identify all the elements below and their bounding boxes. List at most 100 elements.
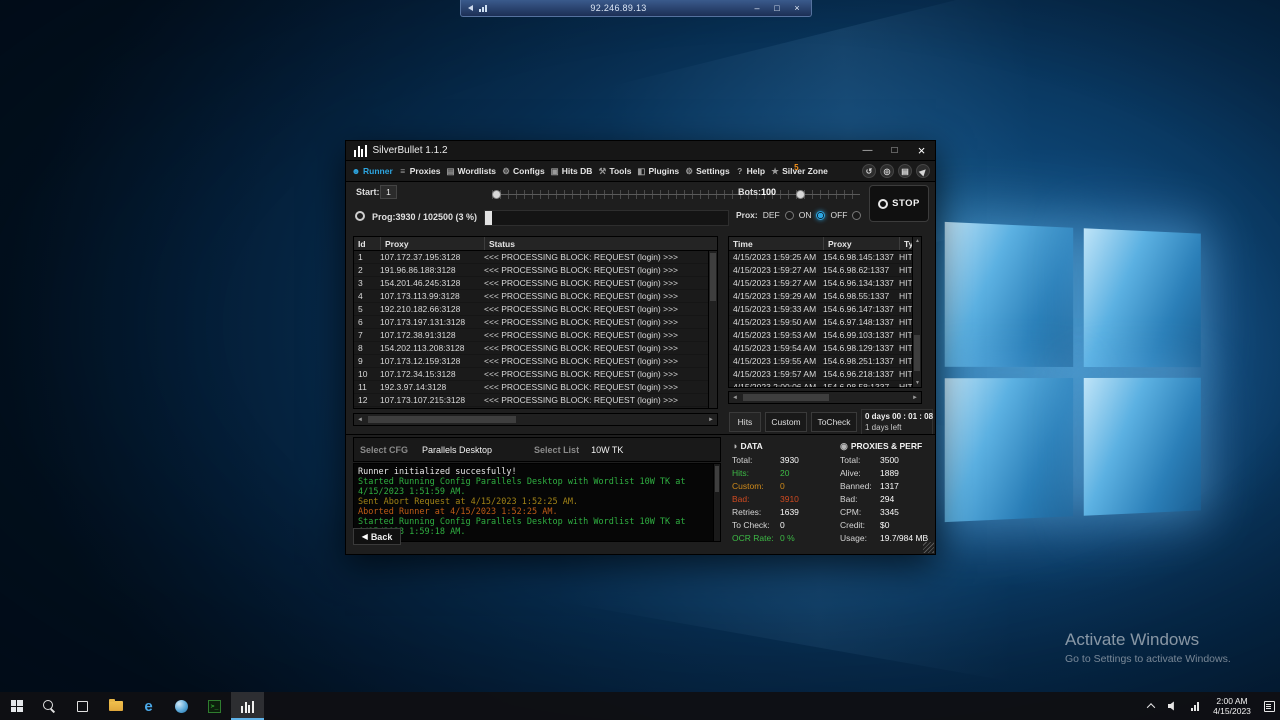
tray-expand-button[interactable] bbox=[1140, 692, 1162, 720]
scroll-right-icon[interactable]: ► bbox=[909, 395, 921, 401]
rdp-close-button[interactable]: × bbox=[790, 3, 804, 13]
resize-grip[interactable] bbox=[923, 542, 934, 553]
hit-row[interactable]: 4/15/2023 2:00:06 AM 154.6.98.58:1337 HI… bbox=[729, 381, 912, 387]
tab-custom[interactable]: Custom bbox=[765, 412, 807, 432]
hit-row[interactable]: 4/15/2023 1:59:53 AM 154.6.99.103:1337 H… bbox=[729, 329, 912, 342]
maximize-button[interactable]: □ bbox=[881, 141, 908, 160]
browser-button[interactable] bbox=[165, 692, 198, 720]
scrollbar-thumb[interactable] bbox=[710, 253, 716, 301]
hit-row[interactable]: 4/15/2023 1:59:54 AM 154.6.98.129:1337 H… bbox=[729, 342, 912, 355]
camera-icon[interactable]: ◎ bbox=[880, 164, 894, 178]
scrollbar-thumb[interactable] bbox=[914, 335, 920, 371]
scrollbar-thumb[interactable] bbox=[743, 394, 829, 401]
selected-config[interactable]: Parallels Desktop bbox=[422, 445, 492, 455]
tab-tocheck[interactable]: ToCheck bbox=[811, 412, 857, 432]
hit-row[interactable]: 4/15/2023 1:59:29 AM 154.6.98.55:1337 HI… bbox=[729, 290, 912, 303]
scroll-right-icon[interactable]: ► bbox=[705, 417, 717, 423]
bots-slider[interactable] bbox=[780, 190, 860, 199]
hit-row[interactable]: 4/15/2023 1:59:57 AM 154.6.96.218:1337 H… bbox=[729, 368, 912, 381]
selected-wordlist[interactable]: 10W TK bbox=[591, 445, 623, 455]
minimize-button[interactable]: — bbox=[854, 141, 881, 160]
silverbullet-taskbar-button[interactable] bbox=[231, 692, 264, 720]
hits-table-header[interactable]: Time Proxy Typ bbox=[729, 237, 921, 251]
proxy-row[interactable]: 5 192.210.182.66:3128 <<< PROCESSING BLO… bbox=[354, 303, 708, 316]
gallery-icon[interactable]: ▤ bbox=[898, 164, 912, 178]
start-button[interactable] bbox=[0, 692, 33, 720]
taskbar-clock[interactable]: 2:00 AM 4/15/2023 bbox=[1206, 696, 1258, 716]
nav-proxies[interactable]: ≡ Proxies bbox=[398, 166, 441, 176]
col-status[interactable]: Status bbox=[484, 237, 717, 250]
back-button[interactable]: ◀ Back bbox=[353, 528, 401, 545]
vertical-scrollbar[interactable]: ▲ ▼ bbox=[912, 237, 921, 387]
nav-wordlists[interactable]: ▤ Wordlists bbox=[445, 166, 496, 177]
pin-icon[interactable] bbox=[468, 5, 473, 11]
network-button[interactable] bbox=[1184, 692, 1206, 720]
nav-plugins[interactable]: ◧ Plugins bbox=[636, 166, 679, 177]
nav-hits-db[interactable]: ▣ Hits DB bbox=[550, 166, 593, 177]
close-button[interactable]: × bbox=[908, 141, 935, 160]
scroll-up-icon[interactable]: ▲ bbox=[913, 238, 922, 244]
proxy-row[interactable]: 6 107.173.197.131:3128 <<< PROCESSING BL… bbox=[354, 316, 708, 329]
taskbar-search-button[interactable] bbox=[33, 692, 66, 720]
col-time[interactable]: Time bbox=[729, 237, 823, 250]
window-titlebar[interactable]: SilverBullet 1.1.2 — □ × bbox=[346, 141, 935, 161]
proxy-row[interactable]: 2 191.96.86.188:3128 <<< PROCESSING BLOC… bbox=[354, 264, 708, 277]
start-slider[interactable] bbox=[492, 190, 780, 199]
proxy-row[interactable]: 1 107.172.37.195:3128 <<< PROCESSING BLO… bbox=[354, 251, 708, 264]
notification-center-button[interactable] bbox=[1258, 692, 1280, 720]
edge-browser-button[interactable]: e bbox=[132, 692, 165, 720]
scrollbar-thumb[interactable] bbox=[715, 466, 719, 492]
col-id[interactable]: Id bbox=[354, 237, 380, 250]
proxy-row[interactable]: 4 107.173.113.99:3128 <<< PROCESSING BLO… bbox=[354, 290, 708, 303]
tab-hits[interactable]: Hits bbox=[729, 412, 761, 432]
select-list-button[interactable]: Select List bbox=[534, 445, 579, 455]
task-view-button[interactable] bbox=[66, 692, 99, 720]
scrollbar-thumb[interactable] bbox=[368, 416, 516, 423]
nav-help[interactable]: ? Help bbox=[735, 166, 765, 176]
history-icon[interactable]: ↺ bbox=[862, 164, 876, 178]
stop-button[interactable]: STOP bbox=[869, 185, 929, 222]
horizontal-scrollbar[interactable]: ◄ ► bbox=[728, 391, 922, 404]
volume-button[interactable] bbox=[1162, 692, 1184, 720]
scroll-left-icon[interactable]: ◄ bbox=[729, 395, 741, 401]
col-proxy[interactable]: Proxy bbox=[823, 237, 899, 250]
hit-row[interactable]: 4/15/2023 1:59:25 AM 154.6.98.145:1337 H… bbox=[729, 251, 912, 264]
proxy-row[interactable]: 12 107.173.107.215:3128 <<< PROCESSING B… bbox=[354, 394, 708, 407]
proxy-row[interactable]: 13 107.172.226.222:3128 <<< PROCESSING B… bbox=[354, 407, 708, 408]
hit-row[interactable]: 4/15/2023 1:59:27 AM 154.6.98.62:1337 HI… bbox=[729, 264, 912, 277]
vertical-scrollbar[interactable] bbox=[713, 464, 720, 541]
hit-row[interactable]: 4/15/2023 1:59:33 AM 154.6.96.147:1337 H… bbox=[729, 303, 912, 316]
rdp-minimize-button[interactable]: – bbox=[750, 3, 764, 13]
nav-configs[interactable]: ⚙ Configs bbox=[501, 166, 545, 177]
rdp-restore-button[interactable]: □ bbox=[770, 3, 784, 13]
proxy-row[interactable]: 3 154.201.46.245:3128 <<< PROCESSING BLO… bbox=[354, 277, 708, 290]
hit-row[interactable]: 4/15/2023 1:59:50 AM 154.6.97.148:1337 H… bbox=[729, 316, 912, 329]
proxy-row[interactable]: 9 107.173.12.159:3128 <<< PROCESSING BLO… bbox=[354, 355, 708, 368]
proxies-table-header[interactable]: Id Proxy Status bbox=[354, 237, 717, 251]
nav-settings[interactable]: ⚙ Settings bbox=[684, 166, 730, 177]
scroll-down-icon[interactable]: ▼ bbox=[913, 380, 922, 386]
vertical-scrollbar[interactable] bbox=[708, 251, 717, 408]
hit-row[interactable]: 4/15/2023 1:59:27 AM 154.6.96.134:1337 H… bbox=[729, 277, 912, 290]
proxy-row[interactable]: 10 107.172.34.15:3128 <<< PROCESSING BLO… bbox=[354, 368, 708, 381]
file-explorer-button[interactable] bbox=[99, 692, 132, 720]
scroll-left-icon[interactable]: ◄ bbox=[354, 417, 366, 423]
horizontal-scrollbar[interactable]: ◄ ► bbox=[353, 413, 718, 426]
prox-on-radio[interactable] bbox=[816, 211, 825, 220]
prox-off-radio[interactable] bbox=[852, 211, 861, 220]
nav-runner[interactable]: ☻ Runner bbox=[351, 166, 393, 176]
console-app-button[interactable]: >_ bbox=[198, 692, 231, 720]
prox-def-radio[interactable] bbox=[785, 211, 794, 220]
hit-row[interactable]: 4/15/2023 1:59:55 AM 154.6.98.251:1337 H… bbox=[729, 355, 912, 368]
select-cfg-button[interactable]: Select CFG bbox=[360, 445, 408, 455]
proxy-row[interactable]: 11 192.3.97.14:3128 <<< PROCESSING BLOCK… bbox=[354, 381, 708, 394]
proxy-row[interactable]: 8 154.202.113.208:3128 <<< PROCESSING BL… bbox=[354, 342, 708, 355]
start-input[interactable] bbox=[380, 185, 397, 199]
start-slider-thumb[interactable] bbox=[492, 190, 501, 199]
nav-silver-zone[interactable]: 5 ★ Silver Zone bbox=[770, 166, 828, 177]
bots-slider-thumb[interactable] bbox=[796, 190, 805, 199]
proxy-row[interactable]: 7 107.172.38.91:3128 <<< PROCESSING BLOC… bbox=[354, 329, 708, 342]
nav-tools[interactable]: ⚒ Tools bbox=[597, 166, 631, 177]
telegram-icon[interactable]: ▶ bbox=[916, 164, 930, 178]
col-proxy[interactable]: Proxy bbox=[380, 237, 484, 250]
